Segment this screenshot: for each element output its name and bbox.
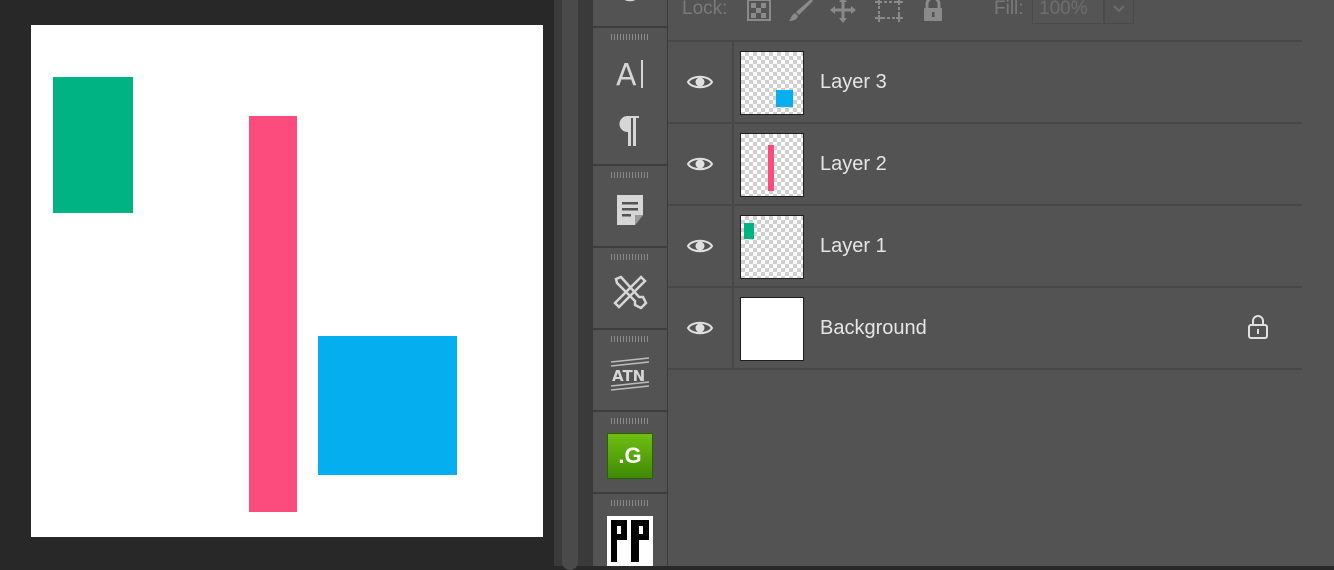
notes-icon[interactable]: [607, 188, 653, 232]
clock-icon[interactable]: [611, 0, 649, 8]
visibility-toggle[interactable]: [668, 124, 734, 204]
tools-icon[interactable]: [607, 270, 653, 314]
panel-scroll-area[interactable]: [1302, 40, 1334, 372]
layer-name[interactable]: Layer 2: [820, 124, 887, 204]
grip-handle[interactable]: [611, 418, 649, 424]
atn-label: ATN: [612, 367, 645, 385]
lock-image-pixels-icon[interactable]: [786, 0, 816, 24]
eye-icon: [686, 321, 714, 335]
layer-name[interactable]: Background: [820, 288, 927, 368]
thumbnail-shape: [768, 145, 774, 191]
lock-all-icon[interactable]: [918, 0, 948, 24]
pink-rectangle[interactable]: [249, 116, 297, 512]
visibility-toggle[interactable]: [668, 206, 734, 286]
strip-divider: [593, 492, 667, 494]
grip-handle[interactable]: [611, 336, 649, 342]
layer-thumbnail[interactable]: [740, 215, 804, 279]
g-plugin-icon[interactable]: .G: [607, 432, 653, 480]
lock-bar: Lock: Fill: 100%: [668, 0, 1334, 42]
fill-label: Fill:: [994, 0, 1024, 19]
document-canvas[interactable]: [31, 25, 543, 537]
grip-handle[interactable]: [611, 254, 649, 260]
atn-icon[interactable]: ATN: [607, 352, 653, 396]
visibility-toggle[interactable]: [668, 288, 734, 368]
layer-row[interactable]: Layer 1: [668, 206, 1302, 288]
layer-row[interactable]: Background: [668, 288, 1302, 370]
blue-square[interactable]: [318, 336, 457, 475]
paragraph-icon[interactable]: [607, 108, 653, 152]
fill-input[interactable]: 100%: [1032, 0, 1104, 24]
layer-thumbnail[interactable]: [740, 133, 804, 197]
layers-empty-area[interactable]: [668, 372, 1334, 566]
panel-icon-strip: A ATN .G: [592, 0, 668, 566]
pp-plugin-icon[interactable]: [607, 516, 653, 566]
lock-artboard-icon[interactable]: [874, 0, 904, 24]
grip-handle[interactable]: [611, 172, 649, 178]
layer-name[interactable]: Layer 1: [820, 206, 887, 286]
scrollbar-track[interactable]: [562, 0, 578, 570]
g-label: .G: [607, 433, 653, 479]
green-rectangle[interactable]: [53, 77, 133, 213]
lock-icon[interactable]: [1246, 314, 1272, 342]
thumbnail-shape: [776, 90, 793, 107]
strip-divider: [593, 246, 667, 248]
layer-row[interactable]: Layer 2: [668, 124, 1302, 206]
canvas-area[interactable]: [0, 0, 554, 566]
chevron-down-icon[interactable]: [1104, 0, 1134, 24]
grip-handle[interactable]: [611, 34, 649, 40]
layer-thumbnail[interactable]: [740, 51, 804, 115]
strip-divider: [593, 328, 667, 330]
layer-thumbnail[interactable]: [740, 297, 804, 361]
eye-icon: [686, 75, 714, 89]
character-icon[interactable]: A: [607, 52, 653, 96]
panel-gutter: [554, 0, 592, 570]
layer-name[interactable]: Layer 3: [820, 42, 887, 122]
strip-divider: [593, 26, 667, 28]
lock-position-icon[interactable]: [828, 0, 858, 24]
grip-handle[interactable]: [611, 500, 649, 506]
layers-panel: Lock: Fill: 100% Layer 3 Layer 2 Layer 1…: [668, 0, 1334, 566]
lock-label: Lock:: [682, 0, 728, 19]
eye-icon: [686, 157, 714, 171]
layer-row[interactable]: Layer 3: [668, 42, 1302, 124]
eye-icon: [686, 239, 714, 253]
thumbnail-shape: [744, 223, 754, 239]
lock-transparent-pixels-icon[interactable]: [744, 0, 774, 24]
visibility-toggle[interactable]: [668, 42, 734, 122]
svg-text:A: A: [616, 58, 637, 93]
strip-divider: [593, 164, 667, 166]
strip-divider: [593, 410, 667, 412]
